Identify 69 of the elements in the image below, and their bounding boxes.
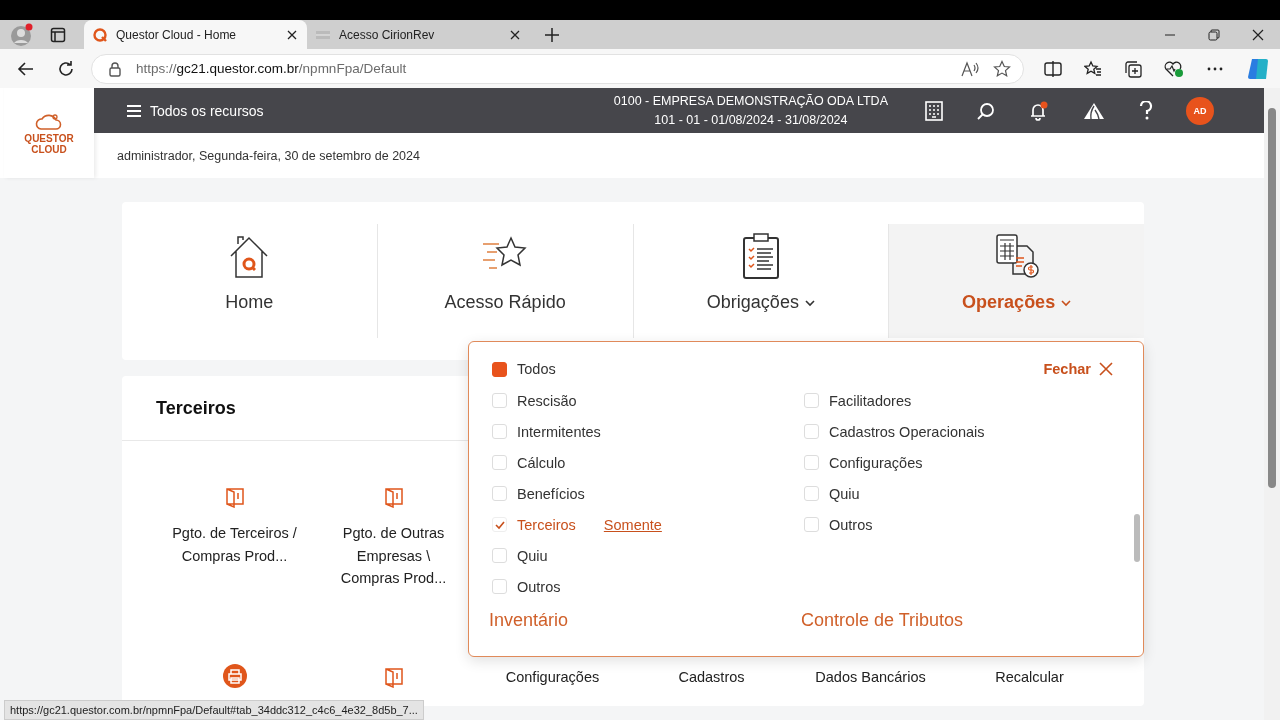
period-text: 101 - 01 - 01/08/2024 - 31/08/2024 [654,111,848,129]
address-bar[interactable]: https://gc21.questor.com.br/npmnFpa/Default [91,53,1024,84]
checkbox-label[interactable]: Terceiros [517,516,576,533]
lock-icon[interactable] [108,60,122,77]
company-name: 0100 - EMPRESA DEMONSTRAÇÃO ODA LTDA [613,92,888,110]
only-link[interactable]: Somente [603,516,662,533]
checkbox-label[interactable]: Cálculo [517,454,566,471]
shortcut-link[interactable]: Recalcular [965,665,1094,688]
reload-icon[interactable] [57,59,75,78]
user-avatar[interactable]: AD [1186,96,1214,125]
door-icon[interactable] [384,488,403,508]
menu-icon [127,104,141,117]
section-title: Terceiros [156,397,236,419]
new-tab-icon[interactable] [544,26,560,43]
all-resources-button[interactable]: Todos os recursos [121,98,270,123]
checkbox-label[interactable]: Facilitadores [829,392,912,409]
triangle-logo-icon[interactable] [1083,101,1105,120]
copilot-icon[interactable] [1246,56,1270,81]
checkbox[interactable] [492,361,507,377]
checkbox-label[interactable]: Quiu [517,547,548,564]
back-icon[interactable] [17,59,35,78]
close-tab-icon[interactable] [510,29,520,40]
building-icon[interactable] [925,100,943,121]
url-text: https://gc21.questor.com.br/npmnFpa/Default [136,61,407,76]
status-bar-url: https://gc21.questor.com.br/npmnFpa/Default#tab_34ddc312_c4c6_4e32_8d5b_7... [4,700,424,720]
browser-tab[interactable]: Acesso CirionRev [307,20,530,49]
nav-tab[interactable]: Operações [888,224,1144,338]
section-heading: Controle de Tributos [801,610,965,631]
checkbox-label[interactable]: Configurações [829,454,923,471]
nav-tab[interactable]: Home [122,224,377,338]
greeting-text: administrador, Segunda-feira, 30 de setembro de 2024 [117,148,420,163]
heart-pulse-icon[interactable] [1164,59,1184,78]
read-aloud-icon[interactable] [961,60,979,77]
checkbox-label[interactable]: Outros [829,516,873,533]
shortcut-link[interactable]: Configurações [488,665,617,688]
bell-icon[interactable] [1029,100,1049,121]
questor-logo[interactable]: QUESTOR CLOUD [4,88,94,178]
checkbox-label[interactable]: Outros [517,578,561,595]
profile-icon[interactable] [10,22,34,47]
favorite-star-icon[interactable] [993,59,1011,78]
close-tab-icon[interactable] [287,29,297,40]
shortcut-link[interactable]: Cadastros [647,665,776,688]
questor-favicon [92,26,108,43]
section-heading: Inventário [489,610,570,631]
restore-icon[interactable] [1208,28,1220,41]
checkbox-label[interactable]: Intermitentes [517,423,601,440]
nav-tab[interactable]: Acesso Rápido [376,224,633,338]
collections-icon[interactable] [1124,59,1142,78]
shortcut-link[interactable]: Dados Bancários [806,665,935,688]
search-icon[interactable] [977,101,995,120]
printer-icon[interactable] [222,664,247,688]
browser-tab[interactable]: Questor Cloud - Home [84,20,307,49]
checkbox-label[interactable]: Todos [517,361,556,377]
checkbox-label[interactable]: Cadastros Operacionais [829,423,985,440]
split-screen-icon[interactable] [1044,59,1062,78]
checkbox-label[interactable]: Rescisão [517,392,577,409]
close-icon[interactable] [1252,28,1264,41]
door-icon[interactable] [384,668,403,688]
favorites-icon[interactable] [1084,59,1102,78]
tab-actions-icon[interactable] [50,26,66,43]
close-icon [1099,362,1113,376]
close-button[interactable]: Fechar [1043,359,1113,379]
shortcut-link[interactable]: Pgto. de Terceiros / Compras Prod... [170,522,299,567]
shortcut-link[interactable]: Pgto. de Outras Empresas \ Compras Prod... [329,522,458,590]
scrollbar[interactable] [1264,88,1280,720]
checkbox-label[interactable]: Benefícios [517,485,585,502]
checkbox-label[interactable]: Quiu [829,485,860,502]
door-icon[interactable] [225,488,244,508]
help-icon[interactable] [1139,100,1153,121]
